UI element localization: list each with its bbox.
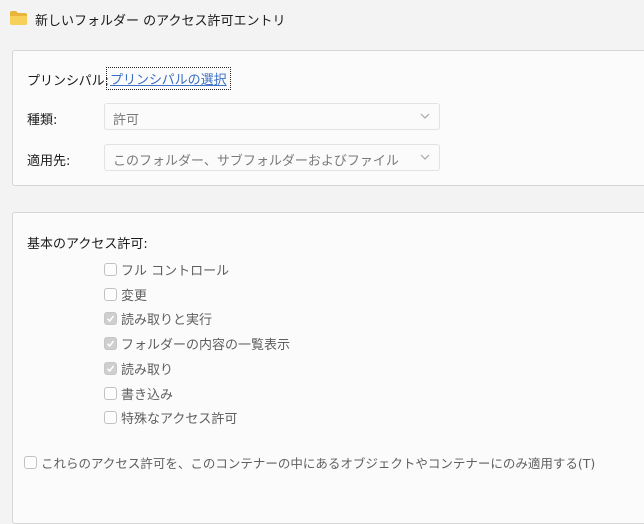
apply-only-checkbox[interactable] xyxy=(24,456,37,469)
permission-checkbox[interactable] xyxy=(104,336,117,350)
type-dropdown[interactable]: 許可 xyxy=(104,103,440,130)
permission-checkbox[interactable] xyxy=(104,311,117,325)
window-title: 新しいフォルダー のアクセス許可エントリ xyxy=(35,14,286,29)
permission-row[interactable]: フル コントロール xyxy=(104,260,230,279)
applies-to-dropdown-value: このフォルダー、サブフォルダーおよびファイル xyxy=(113,154,399,169)
chevron-down-icon xyxy=(420,113,430,119)
principal-label: プリンシパル: xyxy=(27,74,109,89)
type-label: 種類: xyxy=(27,113,58,128)
permission-checkbox[interactable] xyxy=(104,410,117,424)
permission-row[interactable]: 読み取りと実行 xyxy=(104,309,213,328)
chevron-down-icon xyxy=(420,154,430,160)
permission-label: フォルダーの内容の一覧表示 xyxy=(121,337,291,353)
permission-checkbox[interactable] xyxy=(104,386,117,400)
permission-label: 特殊なアクセス許可 xyxy=(121,411,238,427)
permission-checkbox[interactable] xyxy=(104,287,117,301)
permission-row[interactable]: フォルダーの内容の一覧表示 xyxy=(104,334,291,353)
permission-label: 読み取り xyxy=(121,362,174,378)
applies-to-dropdown[interactable]: このフォルダー、サブフォルダーおよびファイル xyxy=(104,144,440,171)
permission-row[interactable]: 変更 xyxy=(104,285,148,304)
folder-icon xyxy=(10,11,27,25)
permission-label: フル コントロール xyxy=(121,263,230,279)
permission-checkbox[interactable] xyxy=(104,262,117,276)
permission-row[interactable]: 書き込み xyxy=(104,384,174,403)
permission-label: 書き込み xyxy=(121,387,174,403)
permission-row[interactable]: 読み取り xyxy=(104,359,174,378)
applies-to-label: 適用先: xyxy=(27,154,71,169)
type-dropdown-value: 許可 xyxy=(113,113,140,128)
permission-label: 読み取りと実行 xyxy=(121,312,213,328)
permission-checkbox[interactable] xyxy=(104,361,117,375)
select-principal-link[interactable]: プリンシパルの選択 xyxy=(106,67,231,90)
permission-label: 変更 xyxy=(121,288,148,304)
apply-only-label: これらのアクセス許可を、このコンテナーの中にあるオブジェクトやコンテナーにのみ適… xyxy=(41,456,596,471)
apply-only-checkbox-row[interactable]: これらのアクセス許可を、このコンテナーの中にあるオブジェクトやコンテナーにのみ適… xyxy=(24,453,595,472)
basic-permissions-label: 基本のアクセス許可: xyxy=(27,237,148,252)
permission-row[interactable]: 特殊なアクセス許可 xyxy=(104,408,238,427)
title-bar: 新しいフォルダー のアクセス許可エントリ xyxy=(0,0,644,38)
